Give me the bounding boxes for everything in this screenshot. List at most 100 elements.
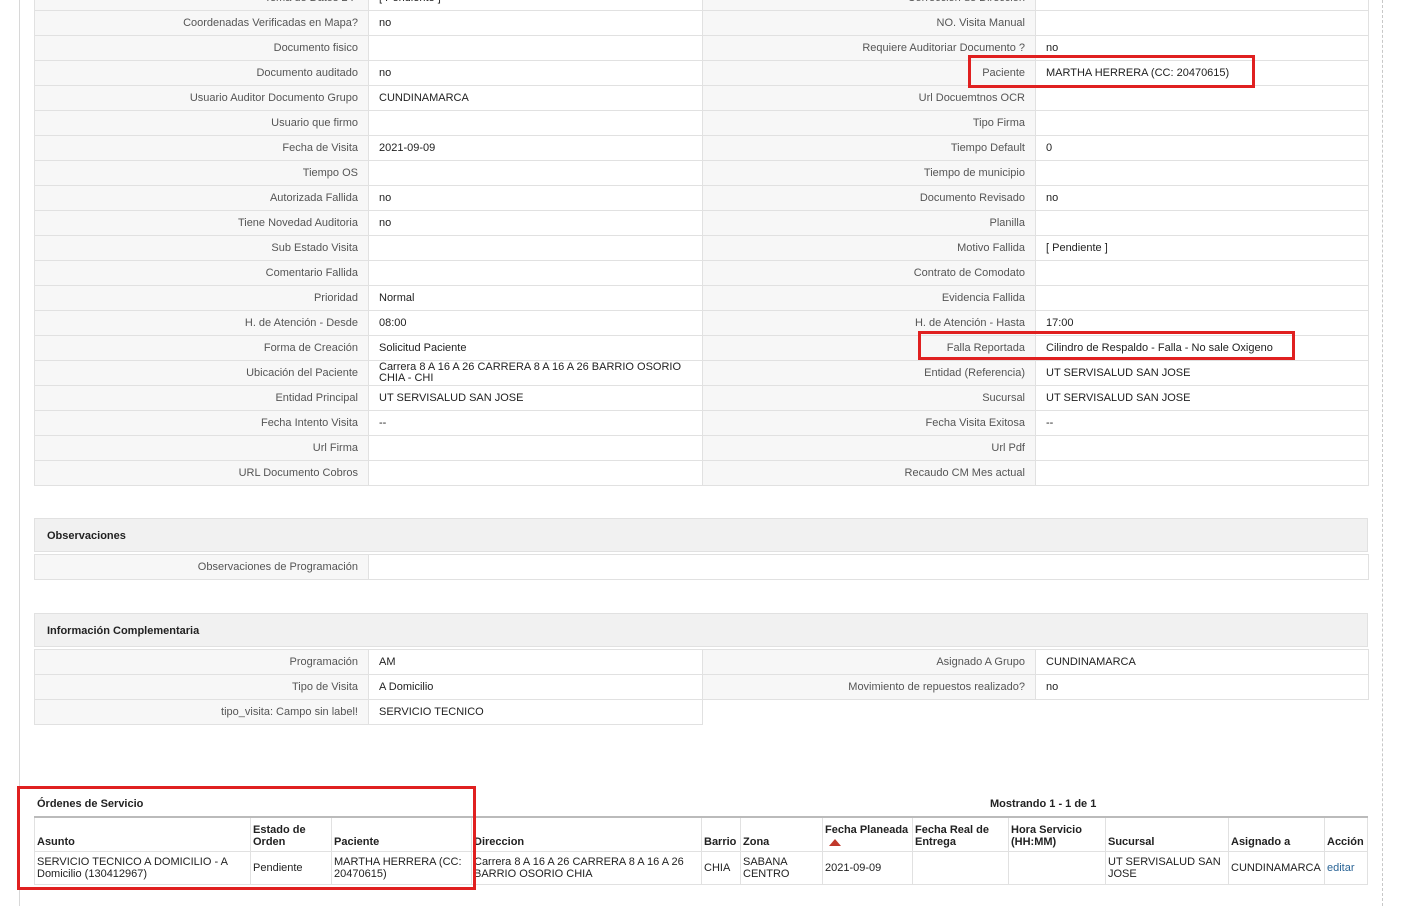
complementaria-row: Programación AM Asignado A Grupo CUNDINAMAR… xyxy=(34,649,1369,675)
field-value-fecha-intento-visita: -- xyxy=(368,410,703,436)
field-value-sucursal: UT SERVISALUD SAN JOSE xyxy=(1035,385,1369,411)
column-header-hora-servicio-hh-mm[interactable]: Hora Servicio (HH:MM) xyxy=(1008,816,1106,852)
cell-paciente: MARTHA HERRERA (CC: 20470615) xyxy=(331,851,472,885)
column-header-asignado-a[interactable]: Asignado a xyxy=(1228,816,1325,852)
field-value-tiempo-os xyxy=(368,160,703,186)
field-label-motivo-fallida: Motivo Fallida xyxy=(702,235,1036,261)
column-header-asunto[interactable]: Asunto xyxy=(34,816,251,852)
column-header-estado-de-orden[interactable]: Estado de Orden xyxy=(250,816,332,852)
field-label-programacion: Programación xyxy=(34,649,369,675)
cell-asunto: SERVICIO TECNICO A DOMICILIO - A Domicil… xyxy=(34,851,251,885)
field-row: Forma de Creación Solicitud Paciente Falla… xyxy=(34,335,1369,361)
column-header-label: Sucursal xyxy=(1108,836,1155,848)
field-value-comentario-fallida xyxy=(368,260,703,286)
field-label-forma-de-creacion: Forma de Creación xyxy=(34,335,369,361)
observaciones-value xyxy=(368,554,1369,580)
column-header-label: Fecha Real de Entrega xyxy=(915,824,989,848)
field-row: Autorizada Fallida no Documento Revisado no xyxy=(34,185,1369,211)
column-header-barrio[interactable]: Barrio xyxy=(701,816,741,852)
field-value-requiere-auditoriar-documento: no xyxy=(1035,35,1369,61)
column-header-label: Fecha Planeada xyxy=(825,824,909,836)
column-header-label: Paciente xyxy=(334,836,380,848)
field-value-h-de-atencion-hasta: 17:00 xyxy=(1035,310,1369,336)
column-header-zona[interactable]: Zona xyxy=(740,816,823,852)
field-value-tiempo-de-municipio xyxy=(1035,160,1369,186)
complementaria-header: Información Complementaria xyxy=(34,613,1368,647)
cell-sucursal: UT SERVISALUD SAN JOSE xyxy=(1105,851,1229,885)
field-value-paciente: MARTHA HERRERA (CC: 20470615) xyxy=(1035,60,1369,86)
field-value-documento-fisico xyxy=(368,35,703,61)
field-label-tema-de-datos-2-p: Tema de Datos 2 P xyxy=(34,0,369,11)
field-label-fecha-visita-exitosa: Fecha Visita Exitosa xyxy=(702,410,1036,436)
field-value-evidencia-fallida xyxy=(1035,285,1369,311)
column-header-direccion[interactable]: Direccion xyxy=(471,816,702,852)
field-value-tipo-de-visita: A Domicilio xyxy=(368,674,703,700)
edit-link[interactable]: editar xyxy=(1327,862,1355,874)
field-label-tiempo-de-municipio: Tiempo de municipio xyxy=(702,160,1036,186)
sort-asc-icon[interactable] xyxy=(829,838,841,846)
field-value-asignado-a-grupo: CUNDINAMARCA xyxy=(1035,649,1369,675)
field-label-tiempo-default: Tiempo Default xyxy=(702,135,1036,161)
column-header-fecha-planeada[interactable]: Fecha Planeada xyxy=(822,816,913,852)
observaciones-label: Observaciones de Programación xyxy=(34,554,369,580)
cell-accion: editar xyxy=(1324,851,1368,885)
field-label-tipo-visita-campo-sin-label: tipo_visita: Campo sin label! xyxy=(34,699,369,725)
field-value-ubicacion-del-paciente: Carrera 8 A 16 A 26 CARRERA 8 A 16 A 26 … xyxy=(368,360,703,386)
field-value-url-documento-cobros xyxy=(368,460,703,486)
field-row: Coordenadas Verificadas en Mapa? no NO. Vi… xyxy=(34,10,1369,36)
field-row: Tema de Datos 2 P[ Pendiente ]Corrección… xyxy=(34,0,1369,11)
field-label-tipo-firma: Tipo Firma xyxy=(702,110,1036,136)
field-label-url-documento-cobros: URL Documento Cobros xyxy=(34,460,369,486)
field-value-recaudo-cm-mes-actual xyxy=(1035,460,1369,486)
field-label-sucursal: Sucursal xyxy=(702,385,1036,411)
column-header-accion[interactable]: Acción xyxy=(1324,816,1368,852)
field-value-url-firma xyxy=(368,435,703,461)
field-value-usuario-auditor-documento-grupo: CUNDINAMARCA xyxy=(368,85,703,111)
field-row: URL Documento Cobros Recaudo CM Mes actua… xyxy=(34,460,1369,486)
page-left-border xyxy=(19,0,20,906)
field-label-sub-estado-visita: Sub Estado Visita xyxy=(34,235,369,261)
field-row: Usuario Auditor Documento Grupo CUNDINAMA… xyxy=(34,85,1369,111)
cell-asignado-a: CUNDINAMARCA xyxy=(1228,851,1325,885)
field-row: Fecha Intento Visita -- Fecha Visita Exito… xyxy=(34,410,1369,436)
field-label-comentario-fallida: Comentario Fallida xyxy=(34,260,369,286)
cell-direccion: Carrera 8 A 16 A 26 CARRERA 8 A 16 A 26 … xyxy=(471,851,702,885)
field-value-entidad-referencia: UT SERVISALUD SAN JOSE xyxy=(1035,360,1369,386)
cell-barrio: CHIA xyxy=(701,851,741,885)
field-value-usuario-que-firmo xyxy=(368,110,703,136)
observaciones-title: Observaciones xyxy=(47,530,126,542)
field-label-requiere-auditoriar-documento: Requiere Auditoriar Documento ? xyxy=(702,35,1036,61)
ordenes-table: Asunto Estado de Orden Paciente Direccion Ba… xyxy=(34,816,1368,885)
field-label-url-docuemtnos-ocr: Url Docuemtnos OCR xyxy=(702,85,1036,111)
field-value-motivo-fallida: [ Pendiente ] xyxy=(1035,235,1369,261)
field-label-tipo-de-visita: Tipo de Visita xyxy=(34,674,369,700)
field-row: Comentario Fallida Contrato de Comodato xyxy=(34,260,1369,286)
column-header-label: Hora Servicio (HH:MM) xyxy=(1011,824,1082,848)
field-label-h-de-atencion-hasta: H. de Atención - Hasta xyxy=(702,310,1036,336)
field-label-documento-revisado: Documento Revisado xyxy=(702,185,1036,211)
field-value-falla-reportada: Cilindro de Respaldo - Falla - No sale O… xyxy=(1035,335,1369,361)
column-header-paciente[interactable]: Paciente xyxy=(331,816,472,852)
column-header-fecha-real-de-entrega[interactable]: Fecha Real de Entrega xyxy=(912,816,1009,852)
field-row: H. de Atención - Desde 08:00 H. de Atenció… xyxy=(34,310,1369,336)
ordenes-title: Órdenes de Servicio xyxy=(37,798,144,810)
field-label-h-de-atencion-desde: H. de Atención - Desde xyxy=(34,310,369,336)
cell-fecha-real-de-entrega xyxy=(912,851,1009,885)
field-value-entidad-principal: UT SERVISALUD SAN JOSE xyxy=(368,385,703,411)
column-header-sucursal[interactable]: Sucursal xyxy=(1105,816,1229,852)
field-label-entidad-principal: Entidad Principal xyxy=(34,385,369,411)
observaciones-table: Observaciones de Programación xyxy=(34,554,1369,580)
column-header-label: Zona xyxy=(743,836,770,848)
field-value-movimiento-de-repuestos-realizado: no xyxy=(1035,674,1369,700)
field-row: Prioridad Normal Evidencia Fallida xyxy=(34,285,1369,311)
field-value-documento-auditado: no xyxy=(368,60,703,86)
field-value-documento-revisado: no xyxy=(1035,185,1369,211)
cell-hora-servicio-hh-mm xyxy=(1008,851,1106,885)
field-label-contrato-de-comodato: Contrato de Comodato xyxy=(702,260,1036,286)
field-label-recaudo-cm-mes-actual: Recaudo CM Mes actual xyxy=(702,460,1036,486)
field-label-tiempo-os: Tiempo OS xyxy=(34,160,369,186)
cell-zona: SABANA CENTRO xyxy=(740,851,823,885)
field-label-documento-auditado: Documento auditado xyxy=(34,60,369,86)
table-row[interactable]: SERVICIO TECNICO A DOMICILIO - A Domicil… xyxy=(34,851,1368,885)
field-label-ubicacion-del-paciente: Ubicación del Paciente xyxy=(34,360,369,386)
